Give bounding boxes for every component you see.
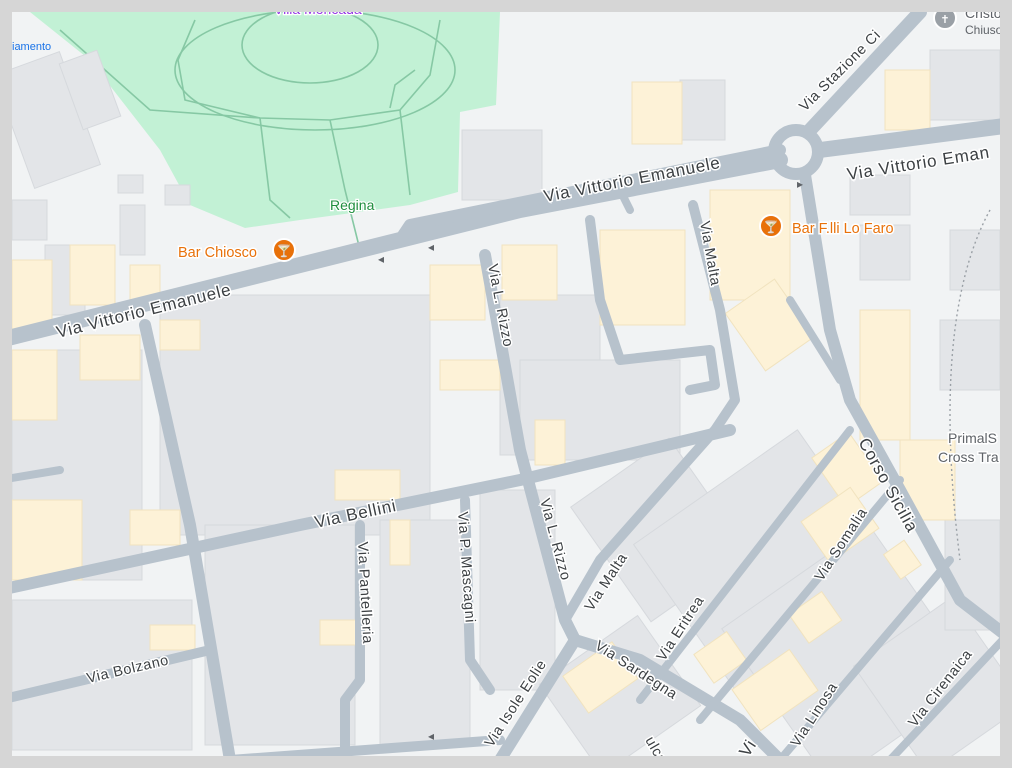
map-frame: ◂ ◂ ▸ ◂ Via Vittorio Emanuele Via Vittor… xyxy=(0,0,1012,768)
park-title-label[interactable]: Villa Moncada xyxy=(273,1,363,18)
edge-label-primal-1: PrimalS xyxy=(948,430,997,446)
poi-bar-chiosco[interactable]: 🍸 xyxy=(272,238,296,262)
edge-label-top-left: iamento xyxy=(12,41,51,53)
poi-cristo-label: Cristo xyxy=(965,5,1002,21)
poi-cristo-sub: Chiuso xyxy=(965,23,1003,37)
poi-bar-chiosco-label[interactable]: Bar Chiosco xyxy=(177,244,259,263)
svg-text:▸: ▸ xyxy=(797,177,803,191)
park-sub-label: Regina xyxy=(330,197,375,213)
edge-label-primal-2: Cross Tra xyxy=(938,449,999,465)
poi-bar-lo-faro-label[interactable]: Bar F.lli Lo Faro xyxy=(791,220,896,239)
svg-text:◂: ◂ xyxy=(378,252,384,266)
cocktail-glyph: 🍸 xyxy=(277,243,292,258)
cocktail-glyph: 🍸 xyxy=(764,219,779,234)
svg-text:◂: ◂ xyxy=(428,729,434,743)
church-glyph: ✝ xyxy=(940,14,949,26)
map-canvas[interactable]: ◂ ◂ ▸ ◂ Via Vittorio Emanuele Via Vittor… xyxy=(0,0,1012,768)
svg-text:◂: ◂ xyxy=(428,240,434,254)
poi-bar-lo-faro[interactable]: 🍸 xyxy=(759,214,783,238)
